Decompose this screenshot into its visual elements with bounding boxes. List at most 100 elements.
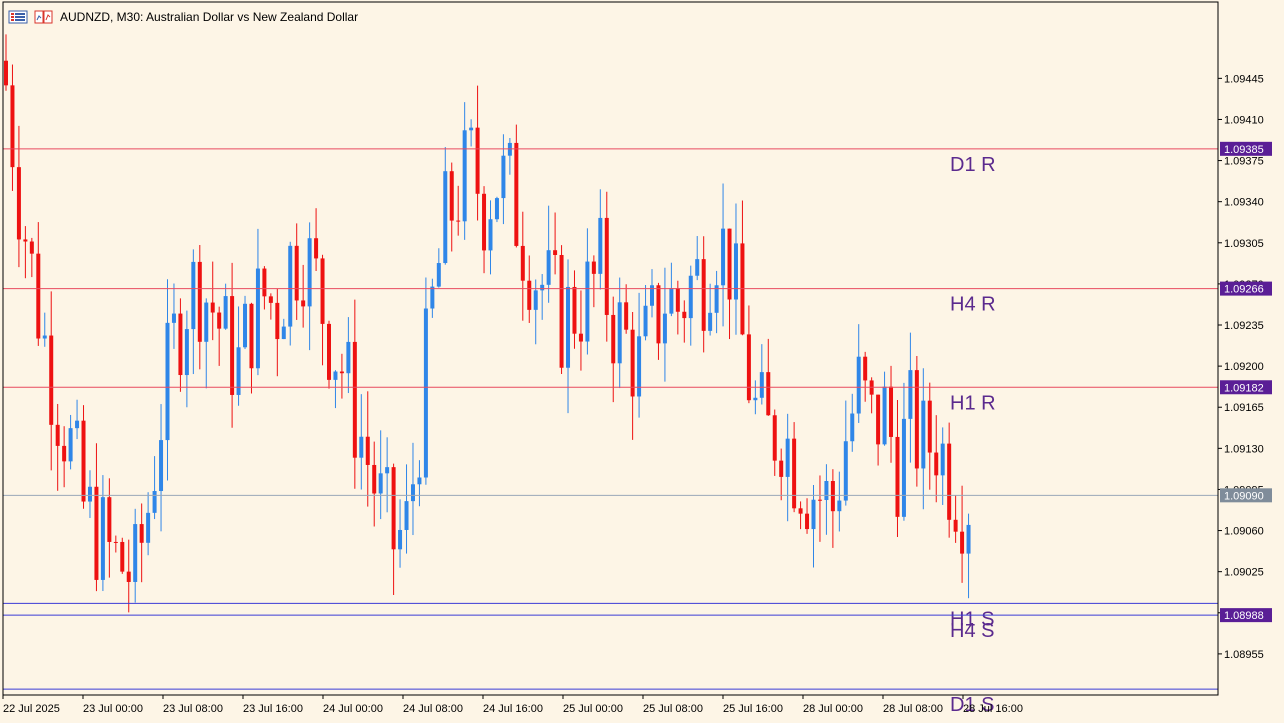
candle-body [365,436,370,465]
candle-body [249,303,254,369]
candle-body [656,285,661,344]
candle-body [630,329,635,397]
candle-body [759,372,764,398]
candle-body [165,322,170,441]
chart-title: AUDNZD, M30: Australian Dollar vs New Ze… [60,10,359,24]
candles-layer [4,34,971,613]
candle-body [314,238,319,259]
candle-body [876,394,881,445]
chart-properties-icon[interactable] [34,10,54,24]
y-tick-label: 1.09130 [1224,443,1264,455]
level-label: H4 R [950,294,996,316]
candle-body [385,467,390,474]
candle-body [540,284,545,291]
chart-header: AUDNZD, M30: Australian Dollar vs New Ze… [8,8,358,26]
candle-body [29,241,34,254]
candle-body [288,245,293,327]
chart-window[interactable]: AUDNZD, M30: Australian Dollar vs New Ze… [0,0,1284,723]
y-tick-label: 1.09200 [1224,361,1264,373]
candle-body [714,285,719,313]
candle-body [42,335,47,339]
candle-body [81,420,86,502]
price-tag-label: 1.09385 [1224,144,1264,156]
candle-body [404,501,409,530]
candle-body [320,258,325,324]
candle-body [695,259,700,276]
candle-body [372,464,377,494]
candle-body [352,341,357,458]
x-tick-label: 25 Jul 00:00 [563,703,623,715]
candle-body [966,524,971,554]
candle-body [514,142,519,246]
x-tick-label: 28 Jul 08:00 [883,703,943,715]
candle-body [75,420,80,429]
candle-body [346,341,351,374]
candle-body [307,238,312,307]
candle-body [146,512,151,543]
candle-body [856,356,861,414]
candle-body [624,302,629,330]
candle-body [126,571,131,582]
candle-body [10,85,15,168]
candle-body [701,259,706,331]
candle-body [94,486,99,580]
candle-body [391,467,396,550]
candle-body [417,477,422,485]
candle-body [494,198,499,220]
candle-body [359,436,364,458]
candle-body [901,418,906,517]
candle-body [721,228,726,286]
candle-body [817,499,822,501]
candle-body [462,130,467,222]
candle-body [191,261,196,330]
x-tick-label: 24 Jul 08:00 [403,703,463,715]
candle-body [830,480,835,512]
y-tick-label: 1.09060 [1224,526,1264,538]
candle-body [947,443,952,520]
candle-body [100,497,105,580]
x-tick-label: 24 Jul 00:00 [323,703,383,715]
candle-body [236,347,241,395]
candle-body [301,300,306,307]
x-tick-label: 22 Jul 2025 [3,703,60,715]
candle-body [410,484,415,502]
candle-body [934,452,939,476]
candle-body [662,313,667,344]
candle-body [798,508,803,514]
y-tick-label: 1.09410 [1224,114,1264,126]
x-tick-label: 24 Jul 16:00 [483,703,543,715]
y-tick-label: 1.09445 [1224,73,1264,85]
candle-body [914,370,919,469]
candle-body [184,329,189,376]
price-tag-label: 1.09182 [1224,382,1264,394]
candle-body [268,296,273,303]
candle-body [850,413,855,442]
candle-body [604,217,609,315]
price-chart[interactable]: D1 RH4 RH1 RH1 SH4 SD1 S 1.09445 1.09410 1… [0,0,1284,723]
candle-body [772,415,777,461]
candle-body [327,323,331,380]
candle-body [171,313,176,323]
candle-body [889,386,894,437]
x-tick-label: 28 Jul 00:00 [803,703,863,715]
candle-body [475,127,480,194]
candle-body [423,308,428,478]
candle-body [204,302,209,342]
candle-body [197,261,202,342]
candle-body [908,370,913,419]
candle-body [501,155,506,199]
candle-body [16,167,21,240]
candle-body [469,127,474,131]
chart-list-icon[interactable] [8,10,28,24]
candle-body [578,333,583,342]
candle-body [792,438,797,509]
candle-body [262,268,267,297]
candle-body [398,529,403,550]
candle-body [23,239,28,242]
candle-body [430,286,435,309]
candle-body [785,438,790,477]
candle-body [811,499,816,530]
candle-body [708,312,713,331]
levels-layer: D1 RH4 RH1 RH1 SH4 SD1 S [3,148,1218,716]
price-tag-label: 1.08988 [1224,610,1264,622]
